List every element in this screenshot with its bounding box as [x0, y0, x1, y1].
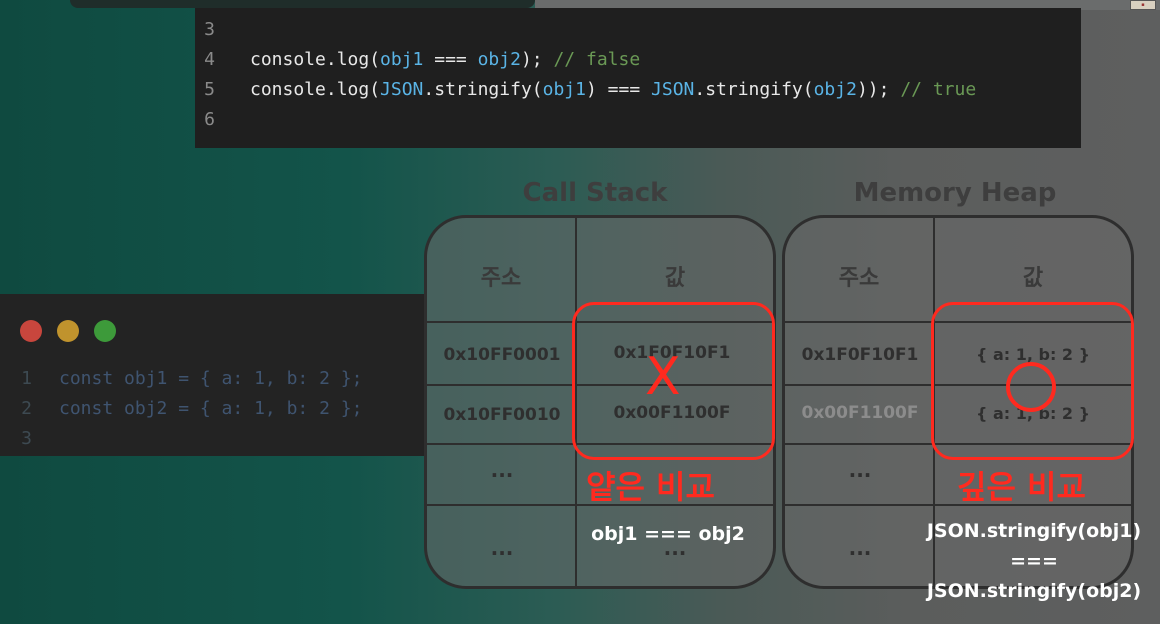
corner-logo: ▪ [1130, 0, 1156, 10]
shallow-compare-caption: obj1 === obj2 [591, 523, 745, 545]
address-cell: 0x00F1100F [801, 403, 919, 423]
top-window-edge [70, 0, 535, 8]
address-header: 주소 [838, 266, 880, 291]
code-line: 5 console.log(JSON.stringify(obj1) === JS… [195, 75, 976, 105]
left-code-window: 1 const obj1 = { a: 1, b: 2 }; 2 const obj… [0, 294, 424, 456]
line-number: 5 [204, 79, 215, 100]
line-number: 4 [204, 49, 215, 70]
code-token: console.log( [250, 79, 381, 100]
call-stack-title: Call Stack [522, 178, 668, 208]
code-token: .stringify( [423, 79, 543, 100]
code-line: 4 console.log(obj1 === obj2); // false [195, 45, 640, 75]
code-line: 3 [195, 15, 250, 45]
code-token: // true [900, 79, 977, 100]
address-header: 주소 [480, 266, 522, 291]
shallow-compare-label: 얕은 비교 [586, 468, 715, 506]
memory-heap-title: Memory Heap [853, 178, 1057, 208]
code-token: )); [856, 79, 901, 100]
code-token: obj1 [542, 79, 586, 100]
window-minimize-dot[interactable] [57, 320, 79, 342]
code-token: ); [520, 49, 554, 70]
deep-compare-caption-3: JSON.stringify(obj2) [926, 580, 1142, 602]
line-number: 6 [204, 109, 215, 130]
deep-compare-caption-2: === [1010, 550, 1058, 572]
code-token: .stringify( [694, 79, 814, 100]
code-line: 3 [21, 428, 32, 449]
value-header: 값 [664, 266, 686, 291]
code-token: obj1 [380, 49, 424, 70]
code-line: 2 const obj2 = { a: 1, b: 2 }; [21, 398, 363, 419]
window-close-dot[interactable] [20, 320, 42, 342]
code-token: JSON [380, 79, 424, 100]
address-cell: 0x10FF0001 [443, 345, 561, 365]
code-token: console.log( [250, 49, 381, 70]
address-cell: 0x10FF0010 [443, 405, 561, 425]
code-token: ) === [585, 79, 652, 100]
window-maximize-dot[interactable] [94, 320, 116, 342]
deep-compare-caption-1: JSON.stringify(obj1) [926, 520, 1142, 542]
match-o-mark [1006, 362, 1056, 412]
code-token: // false [553, 49, 641, 70]
code-line: 6 [195, 105, 250, 135]
address-cell: ... [848, 458, 872, 482]
code-token: === [423, 49, 478, 70]
code-token: obj2 [477, 49, 521, 70]
line-number: 3 [204, 19, 215, 40]
code-token: JSON [651, 79, 695, 100]
address-cell: ... [490, 536, 514, 560]
code-token: obj2 [813, 79, 857, 100]
value-header: 값 [1022, 266, 1044, 291]
mismatch-x-mark: X [645, 347, 681, 407]
code-line: 1 const obj1 = { a: 1, b: 2 }; [21, 368, 363, 389]
address-cell: 0x1F0F10F1 [801, 345, 919, 365]
top-code-editor: 3 4 console.log(obj1 === obj2); // false 5 c… [195, 8, 1081, 148]
address-cell: ... [490, 458, 514, 482]
deep-compare-label: 깊은 비교 [957, 468, 1086, 506]
